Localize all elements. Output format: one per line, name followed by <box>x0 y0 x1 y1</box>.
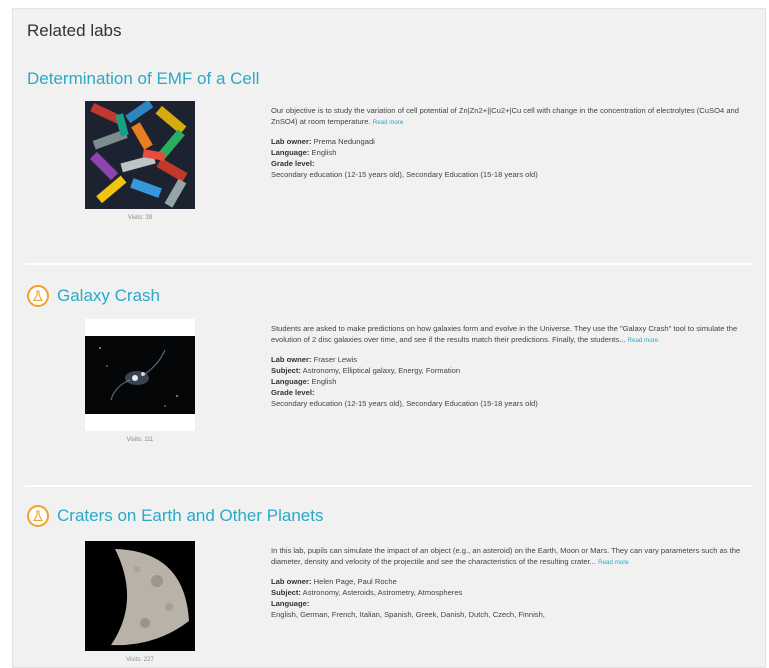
subject-label: Subject: <box>271 588 301 597</box>
grade-level-row: Grade level: <box>271 387 741 398</box>
lab-thumbnail-block: Visits: 227 <box>85 541 195 663</box>
language-value: English <box>311 377 337 386</box>
flask-icon <box>33 510 43 522</box>
read-more-link[interactable]: Read more <box>598 559 629 566</box>
lab-owner-row: Lab owner: Helen Page, Paul Roche <box>271 576 741 587</box>
language-label: Language: <box>271 599 310 608</box>
flask-icon <box>33 290 43 302</box>
read-more-link[interactable]: Read more <box>373 119 404 126</box>
language-row: Language: English <box>271 147 741 158</box>
lab-owner-value: Fraser Lewis <box>313 355 358 364</box>
lab-divider <box>25 263 753 265</box>
lab-owner-label: Lab owner: <box>271 137 312 146</box>
language-value: English <box>311 148 337 157</box>
lab-details: Our objective is to study the variation … <box>271 105 741 180</box>
lab-details: In this lab, pupils can simulate the imp… <box>271 545 741 620</box>
language-row: Language: <box>271 598 741 609</box>
language-row: Language: English <box>271 376 741 387</box>
visit-count: Visits: 227 <box>126 657 154 663</box>
grade-level-row: Grade level: <box>271 158 741 169</box>
lab-title-text[interactable]: Determination of EMF of a Cell <box>27 69 259 89</box>
description-text: Our objective is to study the variation … <box>271 106 739 126</box>
lab-owner-row: Lab owner: Prema Nedungadi <box>271 136 741 147</box>
batteries-image <box>85 101 195 209</box>
lab-type-icon <box>27 505 49 527</box>
subject-row: Subject: Astronomy, Asteroids, Astrometr… <box>271 587 741 598</box>
lab-type-icon <box>27 285 49 307</box>
language-label: Language: <box>271 148 310 157</box>
lab-title-link[interactable]: Determination of EMF of a Cell <box>27 69 259 89</box>
lab-details: Students are asked to make predictions o… <box>271 323 741 409</box>
lab-title-text[interactable]: Craters on Earth and Other Planets <box>57 506 323 526</box>
lab-owner-value: Helen Page, Paul Roche <box>313 577 397 586</box>
lab-title-text[interactable]: Galaxy Crash <box>57 286 160 306</box>
lab-title-link[interactable]: Craters on Earth and Other Planets <box>27 505 323 527</box>
section-title: Related labs <box>27 21 122 40</box>
grade-level-label: Grade level: <box>271 159 315 168</box>
language-label: Language: <box>271 377 310 386</box>
lab-title-link[interactable]: Galaxy Crash <box>27 285 160 307</box>
visit-count: Visits: 39 <box>127 215 153 221</box>
lab-thumbnail-image[interactable] <box>85 319 195 431</box>
grade-level-value: Secondary education (12-15 years old), S… <box>271 170 538 179</box>
galaxy-image <box>85 336 195 414</box>
description-text: Students are asked to make predictions o… <box>271 324 738 344</box>
lab-divider <box>25 485 753 487</box>
lab-thumbnail-image[interactable] <box>85 541 195 651</box>
lab-thumbnail-block: Visits: 111 <box>85 319 195 443</box>
grade-level-label: Grade level: <box>271 388 315 397</box>
language-value: English, German, French, Italian, Spanis… <box>271 610 545 619</box>
lab-owner-value: Prema Nedungadi <box>313 137 375 146</box>
description-text: In this lab, pupils can simulate the imp… <box>271 546 741 566</box>
lab-owner-label: Lab owner: <box>271 577 312 586</box>
visit-count: Visits: 111 <box>126 437 154 443</box>
read-more-link[interactable]: Read more <box>628 337 659 344</box>
subject-value: Astronomy, Elliptical galaxy, Energy, Fo… <box>302 366 461 375</box>
related-labs-panel: Related labs Determination of EMF of a C… <box>12 8 766 668</box>
lab-description: Students are asked to make predictions o… <box>271 323 741 346</box>
subject-value: Astronomy, Asteroids, Astrometry, Atmosp… <box>302 588 463 597</box>
lab-description: In this lab, pupils can simulate the imp… <box>271 545 741 568</box>
lab-thumbnail-block: Visits: 39 <box>85 101 195 221</box>
lab-thumbnail-image[interactable] <box>85 101 195 209</box>
grade-level-value: Secondary education (12-15 years old), S… <box>271 399 538 408</box>
lab-description: Our objective is to study the variation … <box>271 105 741 128</box>
subject-row: Subject: Astronomy, Elliptical galaxy, E… <box>271 365 741 376</box>
lab-owner-label: Lab owner: <box>271 355 312 364</box>
lab-owner-row: Lab owner: Fraser Lewis <box>271 354 741 365</box>
moon-image <box>85 541 195 651</box>
subject-label: Subject: <box>271 366 301 375</box>
